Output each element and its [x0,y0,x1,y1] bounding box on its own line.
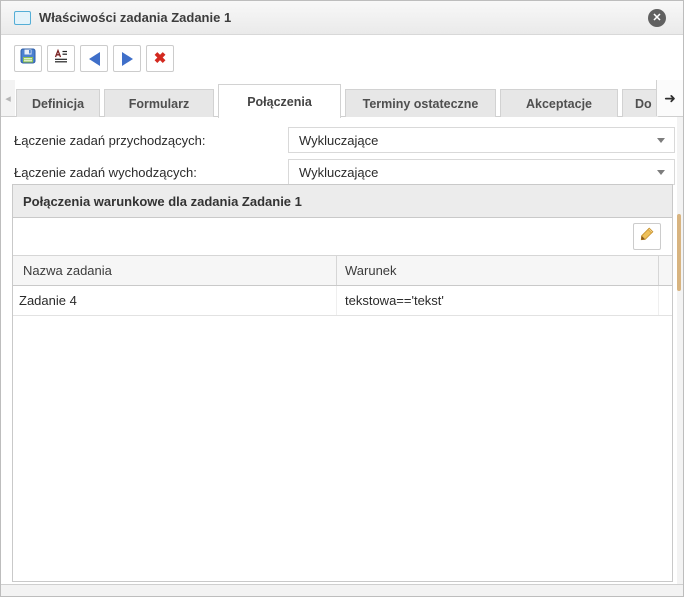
right-gutter [677,117,683,585]
grid-header: Nazwa zadania Warunek [13,256,672,286]
tab-do-truncated[interactable]: Do [622,89,659,117]
cell-condition: tekstowa=='tekst' [337,286,659,315]
delete-button[interactable]: ✖ [146,45,174,72]
tab-scroll-left-icon[interactable]: ◂ [1,80,15,116]
panel-toolbar [13,218,672,256]
outgoing-join-label: Łączenie zadań wychodzących: [14,165,197,180]
outgoing-join-value: Wykluczające [299,165,378,180]
cell-task-name: Zadanie 4 [13,286,337,315]
table-row[interactable]: Zadanie 4 tekstowa=='tekst' [13,286,672,316]
tab-akceptacje[interactable]: Akceptacje [500,89,618,117]
panel-header: Połączenia warunkowe dla zadania Zadanie… [13,185,672,218]
vertical-scrollbar-thumb[interactable] [677,214,681,291]
window-bottom-edge [1,584,683,596]
task-properties-dialog: Właściwości zadania Zadanie 1 ✕ [0,0,684,597]
column-header-spacer [659,256,672,285]
pencil-icon [639,226,655,247]
window-title: Właściwości zadania Zadanie 1 [39,10,231,25]
text-lines-icon [53,48,69,69]
edit-connection-button[interactable] [633,223,661,250]
title-bar: Właściwości zadania Zadanie 1 ✕ [1,1,683,35]
tab-definicja[interactable]: Definicja [16,89,100,117]
tab-terminy-ostateczne[interactable]: Terminy ostateczne [345,89,496,117]
arrow-right-icon [122,52,133,66]
arrow-left-icon [89,52,100,66]
cell-spacer [659,286,672,315]
edit-properties-button[interactable] [47,45,75,72]
incoming-join-label: Łączenie zadań przychodzących: [14,133,206,148]
tab-polaczenia[interactable]: Połączenia [218,84,341,118]
dialog-toolbar: ✖ [1,35,683,80]
previous-button[interactable] [80,45,108,72]
next-button[interactable] [113,45,141,72]
close-icon[interactable]: ✕ [648,9,666,27]
incoming-join-value: Wykluczające [299,133,378,148]
column-header-condition[interactable]: Warunek [337,256,659,285]
column-header-task-name[interactable]: Nazwa zadania [13,256,337,285]
save-floppy-icon [20,48,36,69]
red-x-icon: ✖ [154,51,167,66]
window-icon [14,11,31,25]
tab-formularz[interactable]: Formularz [104,89,214,117]
chevron-down-icon [657,138,665,143]
chevron-down-icon [657,170,665,175]
panel-title: Połączenia warunkowe dla zadania Zadanie… [23,194,302,209]
tab-scroll-right-icon[interactable]: ➜ [656,80,683,116]
save-button[interactable] [14,45,42,72]
outgoing-join-select[interactable]: Wykluczające [288,159,675,185]
conditional-connections-panel: Połączenia warunkowe dla zadania Zadanie… [12,184,673,582]
incoming-join-select[interactable]: Wykluczające [288,127,675,153]
tab-bar: ◂ Definicja Formularz Połączenia Terminy… [1,80,683,117]
